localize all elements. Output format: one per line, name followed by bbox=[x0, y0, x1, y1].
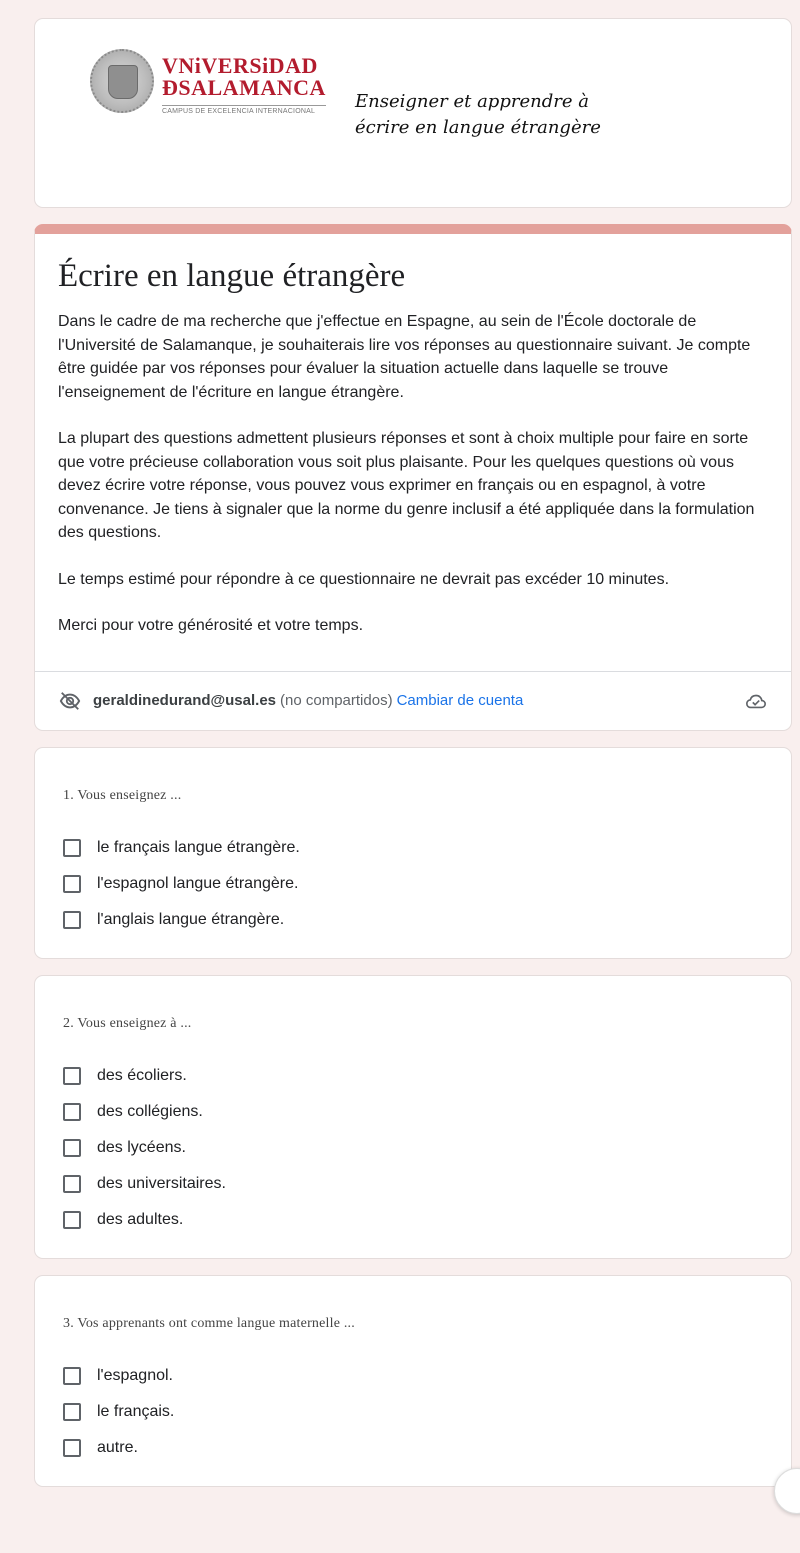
checkbox[interactable] bbox=[63, 1174, 81, 1193]
checkbox[interactable] bbox=[63, 1102, 81, 1121]
banner-title-line2: écrire en langue étrangère bbox=[355, 117, 601, 138]
checkbox[interactable] bbox=[63, 838, 81, 857]
checkbox[interactable] bbox=[63, 1066, 81, 1085]
description-paragraph: Dans le cadre de ma recherche que j'effe… bbox=[58, 313, 751, 401]
question-title: 1. Vous enseignez ... bbox=[63, 787, 182, 803]
cloud-check-icon bbox=[746, 694, 766, 708]
question-card-3: 3. Vos apprenants ont comme langue mater… bbox=[34, 1274, 792, 1487]
option-label: des adultes. bbox=[97, 1210, 184, 1228]
description-paragraph: Le temps estimé pour répondre à ce quest… bbox=[58, 570, 670, 588]
account-email: geraldinedurand@usal.es bbox=[93, 692, 277, 709]
checkbox-option[interactable]: le français. bbox=[63, 1394, 767, 1430]
account-bar: geraldinedurand@usal.es (no compartidos)… bbox=[35, 670, 791, 730]
option-label: des universitaires. bbox=[97, 1174, 226, 1192]
eye-off-icon bbox=[59, 691, 81, 710]
checkbox-option[interactable]: des écoliers. bbox=[63, 1058, 767, 1094]
description-paragraph: La plupart des questions admettent plusi… bbox=[58, 430, 755, 541]
banner-title: Enseigner et apprendre à écrire en langu… bbox=[355, 89, 601, 141]
question-title: 2. Vous enseignez à ... bbox=[63, 1015, 192, 1031]
option-label: des lycéens. bbox=[97, 1138, 186, 1156]
university-seal-icon bbox=[90, 49, 154, 113]
university-logo: VNiVERSiDAD ÐSALAMANCA CAMPUS DE EXCELEN… bbox=[90, 49, 326, 115]
form-intro-card: Écrire en langue étrangère Dans le cadre… bbox=[34, 224, 792, 731]
checkbox[interactable] bbox=[63, 1438, 81, 1457]
checkbox-option[interactable]: des lycéens. bbox=[63, 1130, 767, 1166]
checkbox[interactable] bbox=[63, 874, 81, 893]
option-label: autre. bbox=[97, 1438, 138, 1456]
logo-line1: VNiVERSiDAD bbox=[162, 53, 318, 78]
question-card-2: 2. Vous enseignez à ... des écoliers. de… bbox=[34, 974, 792, 1259]
switch-account-link[interactable]: Cambiar de cuenta bbox=[397, 692, 524, 709]
form-description: Dans le cadre de ma recherche que j'effe… bbox=[58, 310, 767, 638]
checkbox-option[interactable]: autre. bbox=[63, 1430, 767, 1466]
option-label: des écoliers. bbox=[97, 1066, 187, 1084]
question-title: 3. Vos apprenants ont comme langue mater… bbox=[63, 1315, 355, 1331]
header-banner: VNiVERSiDAD ÐSALAMANCA CAMPUS DE EXCELEN… bbox=[34, 18, 792, 208]
logo-line2: ÐSALAMANCA bbox=[162, 75, 326, 100]
checkbox[interactable] bbox=[63, 1366, 81, 1385]
checkbox-option[interactable]: des adultes. bbox=[63, 1202, 767, 1238]
option-label: l'espagnol. bbox=[97, 1366, 173, 1384]
checkbox-option[interactable]: des collégiens. bbox=[63, 1094, 767, 1130]
checkbox[interactable] bbox=[63, 1210, 81, 1229]
form-title: Écrire en langue étrangère bbox=[58, 258, 406, 294]
checkbox[interactable] bbox=[63, 910, 81, 929]
option-label: l'espagnol langue étrangère. bbox=[97, 874, 299, 892]
checkbox-option[interactable]: l'espagnol langue étrangère. bbox=[63, 866, 767, 902]
description-paragraph: Merci pour votre générosité et votre tem… bbox=[58, 617, 364, 634]
not-shared-label: (no compartidos) bbox=[280, 692, 393, 709]
checkbox-option[interactable]: l'anglais langue étrangère. bbox=[63, 902, 767, 938]
question-card-1: 1. Vous enseignez ... le français langue… bbox=[34, 746, 792, 959]
checkbox-option[interactable]: l'espagnol. bbox=[63, 1358, 767, 1394]
option-label: des collégiens. bbox=[97, 1102, 203, 1120]
banner-title-line1: Enseigner et apprendre à bbox=[355, 91, 589, 112]
checkbox-option[interactable]: le français langue étrangère. bbox=[63, 830, 767, 866]
option-label: le français. bbox=[97, 1402, 175, 1420]
logo-subtitle: CAMPUS DE EXCELENCIA INTERNACIONAL bbox=[162, 105, 326, 115]
option-label: l'anglais langue étrangère. bbox=[97, 910, 285, 928]
form-page: VNiVERSiDAD ÐSALAMANCA CAMPUS DE EXCELEN… bbox=[34, 18, 792, 1487]
checkbox-option[interactable]: des universitaires. bbox=[63, 1166, 767, 1202]
checkbox[interactable] bbox=[63, 1138, 81, 1157]
option-label: le français langue étrangère. bbox=[97, 838, 300, 856]
checkbox[interactable] bbox=[63, 1402, 81, 1421]
